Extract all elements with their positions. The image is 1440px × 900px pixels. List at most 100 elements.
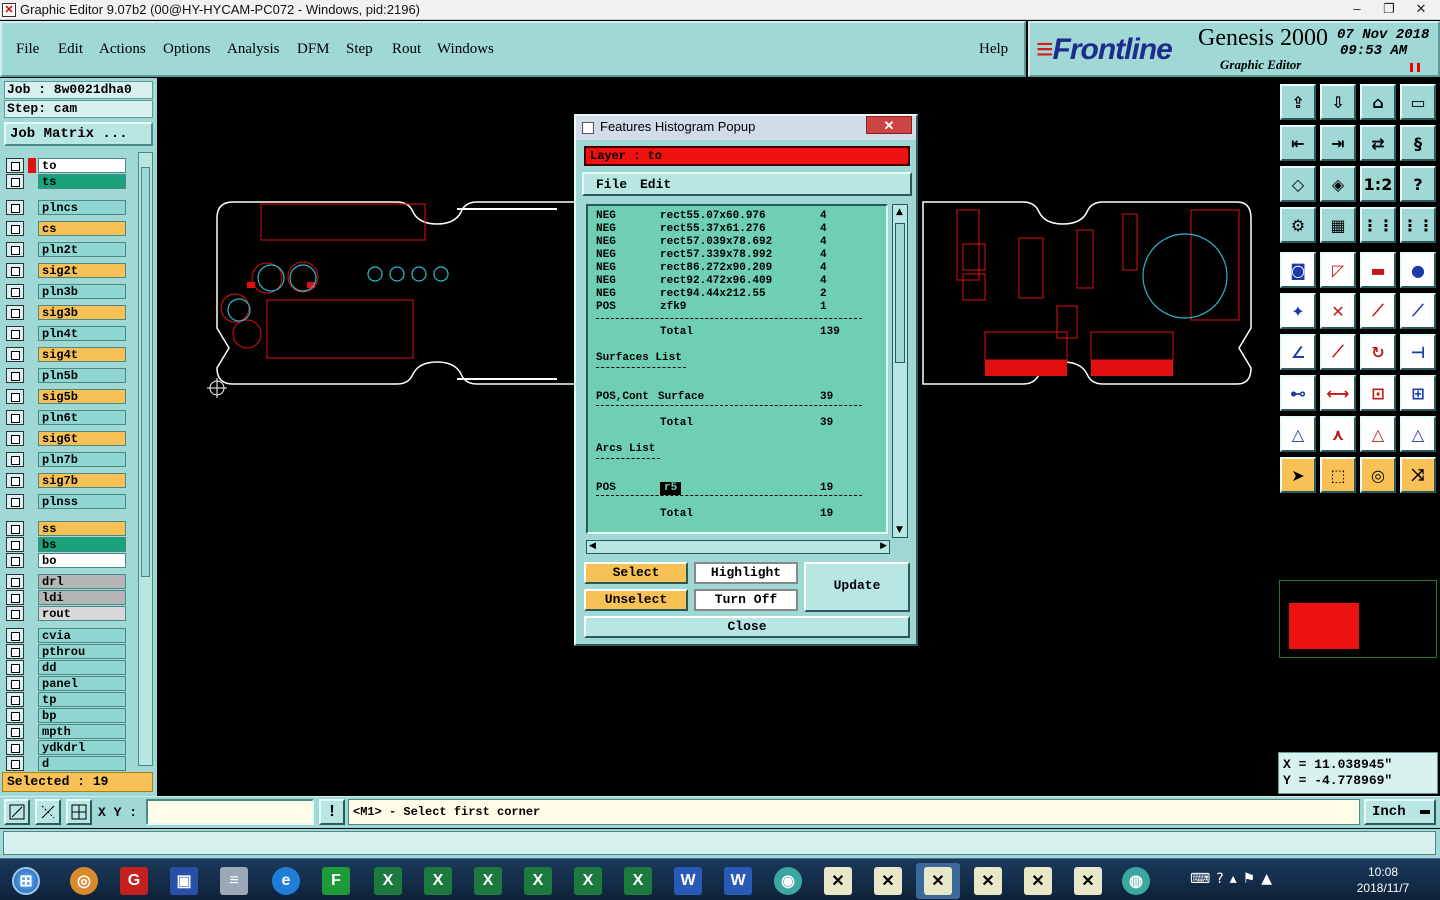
taskbar-window-4[interactable]: ✕ xyxy=(966,863,1010,899)
layer-name[interactable]: pln4t xyxy=(38,326,126,341)
layer-row-dd[interactable]: dd xyxy=(4,660,126,675)
taskbar-excel-2[interactable]: X xyxy=(416,863,460,899)
layer-checkbox[interactable] xyxy=(6,676,24,691)
layer-checkbox[interactable] xyxy=(6,756,24,771)
layer-name[interactable]: sig4t xyxy=(38,347,126,362)
layer-name[interactable]: dd xyxy=(38,660,126,675)
grid-button[interactable] xyxy=(66,799,92,825)
turn-off-button[interactable]: Turn Off xyxy=(694,589,798,611)
taskbar-g-app[interactable]: G xyxy=(112,863,156,899)
tool-snap-button[interactable]: ⚙ xyxy=(1280,207,1316,243)
layer-row-plnss[interactable]: plnss xyxy=(4,494,126,509)
layer-name[interactable]: d xyxy=(38,756,126,771)
units-select[interactable]: Inch xyxy=(1364,799,1436,825)
tool-layer-compare-button[interactable]: ⋮⋮ xyxy=(1360,207,1396,243)
layer-name[interactable]: sig6t xyxy=(38,431,126,446)
layer-checkbox[interactable] xyxy=(6,326,24,341)
taskbar-scanner-app[interactable]: ≡ xyxy=(212,863,256,899)
popup-menu-file[interactable]: File xyxy=(596,177,627,192)
taskbar-excel-3[interactable]: X xyxy=(466,863,510,899)
menu-windows[interactable]: Windows xyxy=(437,41,494,58)
tool-move-left-button[interactable]: ⇤ xyxy=(1280,125,1316,161)
layer-checkbox[interactable] xyxy=(6,606,24,621)
layer-checkbox[interactable] xyxy=(6,590,24,605)
layer-checkbox[interactable] xyxy=(6,537,24,552)
taskbar-window-2[interactable]: ✕ xyxy=(866,863,910,899)
layer-name[interactable]: ldi xyxy=(38,590,126,605)
layer-row-pthrou[interactable]: pthrou xyxy=(4,644,126,659)
tool-record-button[interactable]: ◙ xyxy=(1280,252,1316,288)
layer-name[interactable]: panel xyxy=(38,676,126,691)
layer-row-sig5b[interactable]: sig5b xyxy=(4,389,126,404)
layer-name[interactable]: plncs xyxy=(38,200,126,215)
layer-name[interactable]: sig3b xyxy=(38,305,126,320)
taskbar-excel-6[interactable]: X xyxy=(616,863,660,899)
layer-row-sig2t[interactable]: sig2t xyxy=(4,263,126,278)
tool-window-button[interactable]: ▭ xyxy=(1400,84,1436,120)
layer-checkbox[interactable] xyxy=(6,574,24,589)
layer-row-pln3b[interactable]: pln3b xyxy=(4,284,126,299)
menu-rout[interactable]: Rout xyxy=(392,41,421,58)
layer-name[interactable]: pln2t xyxy=(38,242,126,257)
tool-open-button[interactable]: ⇪ xyxy=(1280,84,1316,120)
scroll-left-icon[interactable]: ◀ xyxy=(589,541,596,551)
layer-name[interactable]: pln7b xyxy=(38,452,126,467)
layer-name[interactable]: cs xyxy=(38,221,126,236)
layer-row-rout[interactable]: rout xyxy=(4,606,126,621)
layer-row-sig3b[interactable]: sig3b xyxy=(4,305,126,320)
minimap[interactable] xyxy=(1279,580,1437,658)
menu-dfm[interactable]: DFM xyxy=(297,41,330,58)
tool-triangle-up-button[interactable]: ⋏ xyxy=(1320,416,1356,452)
xy-input[interactable] xyxy=(146,799,314,825)
tool-step-button[interactable]: ⊣ xyxy=(1400,334,1436,370)
layer-checkbox[interactable] xyxy=(6,644,24,659)
tool-arc-button[interactable]: ↻ xyxy=(1360,334,1396,370)
menu-step[interactable]: Step xyxy=(346,41,373,58)
tool-grid-toggle-button[interactable]: ▦ xyxy=(1320,207,1356,243)
tool-triangle-b-button[interactable]: △ xyxy=(1400,416,1436,452)
layer-row-sig7b[interactable]: sig7b xyxy=(4,473,126,488)
layer-row-ts[interactable]: ts xyxy=(4,174,126,189)
layer-row-ydkdrl[interactable]: ydkdrl xyxy=(4,740,126,755)
tool-swap-button[interactable]: ⇄ xyxy=(1360,125,1396,161)
layer-row-bs[interactable]: bs xyxy=(4,537,126,552)
layer-name[interactable]: drl xyxy=(38,574,126,589)
layer-checkbox[interactable] xyxy=(6,452,24,467)
layer-row-pln2t[interactable]: pln2t xyxy=(4,242,126,257)
layer-row-to[interactable]: to xyxy=(4,158,126,173)
layer-row-cs[interactable]: cs xyxy=(4,221,126,236)
layer-row-sig4t[interactable]: sig4t xyxy=(4,347,126,362)
layer-row-bo[interactable]: bo xyxy=(4,553,126,568)
layer-name[interactable]: ts xyxy=(38,174,126,189)
taskbar-network-app[interactable]: ◍ xyxy=(1114,863,1158,899)
menu-options[interactable]: Options xyxy=(163,41,211,58)
layer-row-pln6t[interactable]: pln6t xyxy=(4,410,126,425)
layer-checkbox[interactable] xyxy=(6,410,24,425)
taskbar-excel-5[interactable]: X xyxy=(566,863,610,899)
layer-name[interactable]: ydkdrl xyxy=(38,740,126,755)
tool-line-button[interactable]: ⟋ xyxy=(1320,334,1356,370)
tool-circle-button[interactable]: ● xyxy=(1400,252,1436,288)
popup-titlebar[interactable]: Features Histogram Popup xyxy=(576,116,916,140)
layer-checkbox[interactable] xyxy=(6,553,24,568)
menu-help[interactable]: Help xyxy=(979,41,1008,58)
tool-ruler-button[interactable]: ▬ xyxy=(1360,252,1396,288)
layer-checkbox[interactable] xyxy=(6,158,24,173)
close-window-button[interactable]: ✕ xyxy=(1406,0,1436,18)
layer-row-ldi[interactable]: ldi xyxy=(4,590,126,605)
tool-home-button[interactable]: ⌂ xyxy=(1360,84,1396,120)
layer-row-d[interactable]: d xyxy=(4,756,126,771)
layer-checkbox[interactable] xyxy=(6,740,24,755)
maximize-button[interactable]: ❐ xyxy=(1374,0,1404,18)
layer-checkbox[interactable] xyxy=(6,660,24,675)
scroll-up-icon[interactable]: ▲ xyxy=(896,207,903,217)
tool-center-button[interactable]: ◈ xyxy=(1320,166,1356,202)
layer-checkbox[interactable] xyxy=(6,389,24,404)
start-button[interactable]: ⊞ xyxy=(4,863,48,899)
layer-checkbox[interactable] xyxy=(6,263,24,278)
layer-name[interactable]: sig5b xyxy=(38,389,126,404)
taskbar-window-6[interactable]: ✕ xyxy=(1066,863,1110,899)
highlight-button[interactable]: Highlight xyxy=(694,562,798,584)
layer-checkbox[interactable] xyxy=(6,628,24,643)
tool-flip-button[interactable]: § xyxy=(1400,125,1436,161)
